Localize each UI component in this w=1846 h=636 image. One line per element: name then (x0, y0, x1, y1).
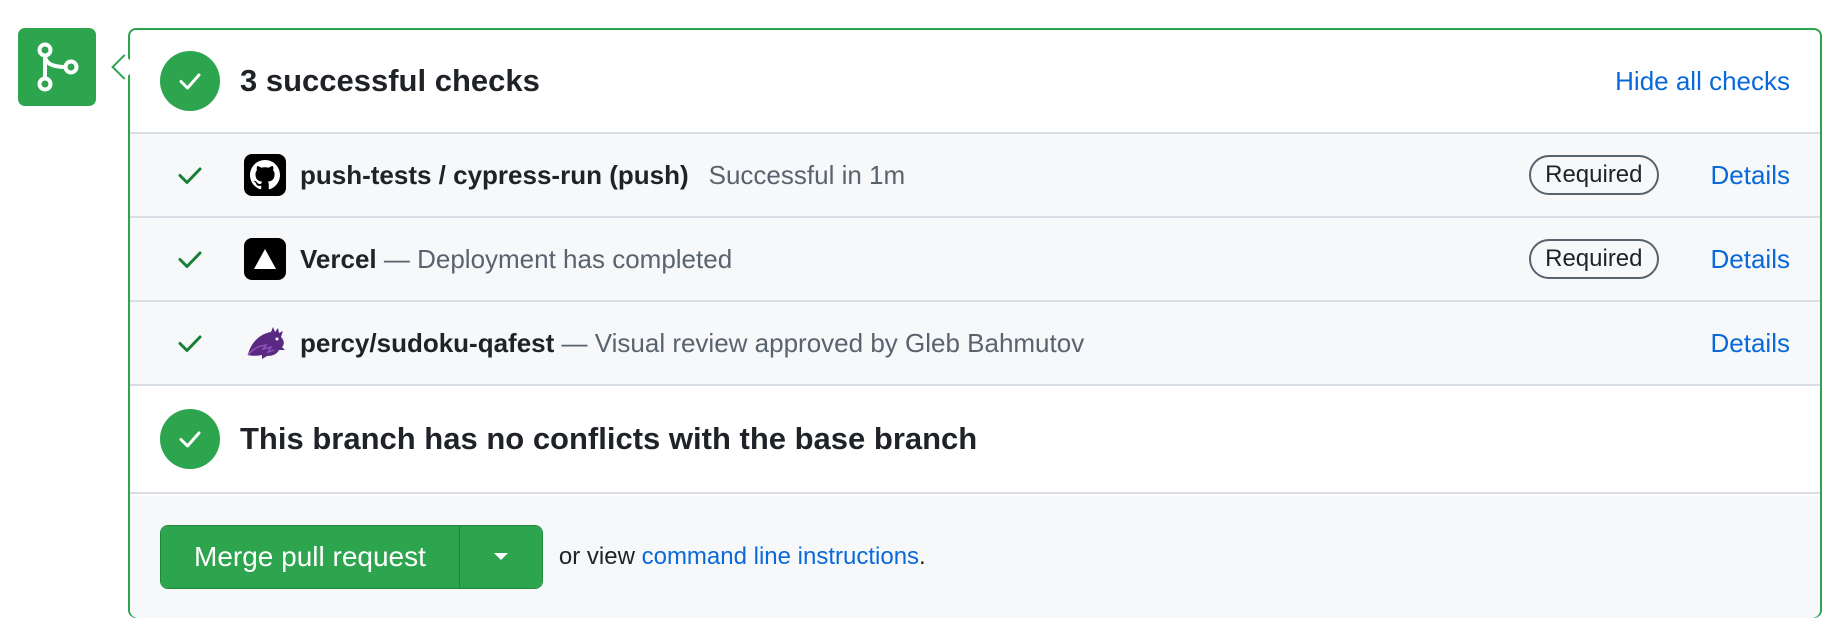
git-branch-icon (18, 28, 96, 106)
check-description: Visual review approved by Gleb Bahmutov (594, 327, 1085, 358)
check-row: Vercel — Deployment has completed Requir… (130, 218, 1820, 302)
check-description: Deployment has completed (417, 243, 733, 274)
details-link[interactable]: Details (1711, 160, 1790, 191)
details-link[interactable]: Details (1711, 244, 1790, 275)
check-icon (160, 51, 220, 111)
vercel-icon (244, 238, 286, 280)
command-line-instructions-link[interactable]: command line instructions (642, 543, 919, 570)
merge-actions: Merge pull request or view command line … (130, 496, 1820, 618)
check-icon (176, 245, 204, 273)
percy-icon (244, 322, 286, 364)
check-description: Successful in 1m (708, 159, 906, 190)
caret-down-icon (493, 553, 508, 560)
or-view-text: or view (558, 543, 642, 570)
check-icon (160, 409, 220, 469)
check-name: Vercel (300, 243, 377, 274)
check-separator: — (554, 327, 595, 358)
checks-title: 3 successful checks (240, 63, 540, 98)
checks-header: 3 successful checks Hide all checks (130, 30, 1820, 134)
cli-hint: or view command line instructions. (559, 543, 926, 571)
check-row: percy/sudoku-qafest — Visual review appr… (130, 302, 1820, 386)
check-separator: — (376, 243, 418, 274)
merge-pull-request-button[interactable]: Merge pull request (161, 526, 459, 588)
required-badge: Required (1529, 155, 1659, 195)
check-name: percy/sudoku-qafest (300, 327, 555, 358)
period: . (919, 543, 926, 570)
required-badge: Required (1529, 239, 1659, 279)
merge-button-group: Merge pull request (160, 525, 543, 589)
hide-all-checks-link[interactable]: Hide all checks (1615, 66, 1790, 97)
details-link[interactable]: Details (1711, 328, 1790, 359)
merge-options-dropdown[interactable] (458, 526, 542, 588)
check-name: push-tests / cypress-run (push) (300, 159, 689, 190)
github-icon (244, 154, 286, 196)
check-row: push-tests / cypress-run (push) Successfu… (130, 134, 1820, 218)
merge-box: 3 successful checks Hide all checks push… (128, 28, 1822, 618)
no-conflicts-title: This branch has no conflicts with the ba… (240, 421, 978, 456)
check-icon (176, 161, 204, 189)
no-conflicts-row: This branch has no conflicts with the ba… (130, 386, 1820, 494)
check-icon (176, 329, 204, 357)
